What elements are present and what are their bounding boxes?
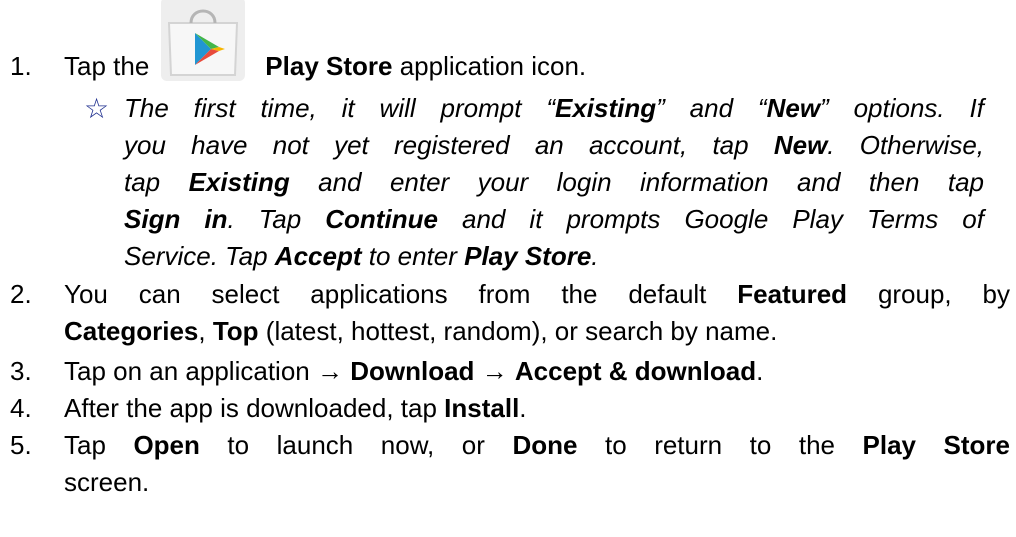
step-line: Categories, Top (latest, hottest, random… (64, 316, 778, 346)
play-store-icon (161, 0, 246, 81)
note-line: Sign in. Tap Continue and it prompts Goo… (124, 204, 984, 234)
step-text: You can select applications from the def… (64, 276, 1010, 350)
step-number: 2. (10, 279, 32, 309)
note-text: The first time, it will prompt “Existing… (124, 90, 984, 275)
note-line: Service. Tap Accept to enter Play Store. (124, 241, 599, 271)
step-text: After the app is downloaded, tap Install… (64, 393, 527, 423)
step-text: Tap the Play Store application icon. (64, 0, 1010, 85)
step-number: 1. (10, 51, 32, 81)
instructions-page: 1. Tap the Play Store application icon. … (0, 0, 1016, 537)
star-icon: ☆ (84, 93, 110, 124)
step-number: 4. (10, 393, 32, 423)
step-line: screen. (64, 467, 150, 497)
note-line: The first time, it will prompt “Existing… (124, 93, 984, 123)
step-text-part: Tap the (64, 51, 150, 81)
step-text-part: application icon. (392, 51, 587, 81)
step-number: 3. (10, 356, 32, 386)
step-text: Tap Open to launch now, or Done to retur… (64, 427, 1010, 501)
step-line: You can select applications from the def… (64, 279, 1010, 309)
note-line: you have not yet registered an account, … (124, 130, 984, 160)
note-line: tap Existing and enter your login inform… (124, 167, 985, 197)
play-store-label: Play Store (265, 51, 393, 81)
step-text: Tap on an application → Download → Accep… (64, 356, 764, 386)
step-line: Tap Open to launch now, or Done to retur… (64, 430, 1010, 460)
step-number: 5. (10, 430, 32, 460)
